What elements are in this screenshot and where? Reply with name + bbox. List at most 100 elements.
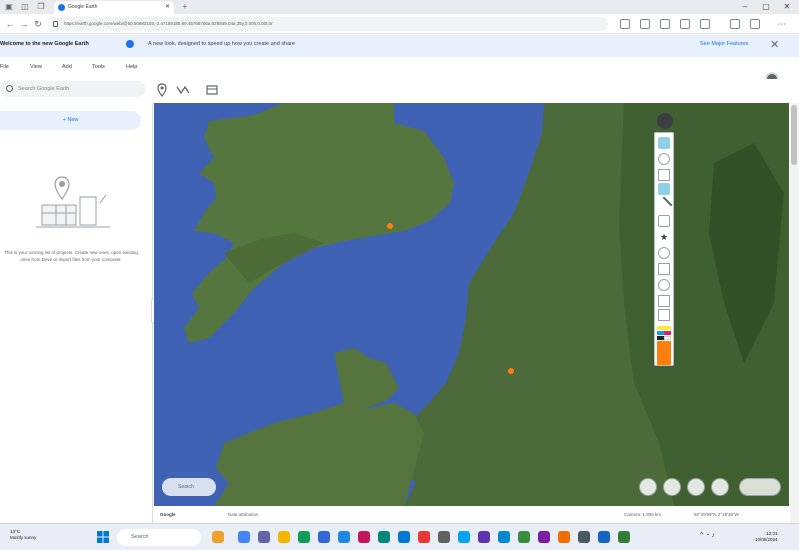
map-search-label: Search [178,484,194,490]
weather-widget[interactable]: 13°C Mostly sunny [10,529,36,541]
menu-bar: File View Add Tools Help [0,57,799,79]
color-swatch-black[interactable] [657,336,664,340]
pegman-icon[interactable] [639,478,657,496]
chrome-icon[interactable] [418,531,430,543]
refresh-icon[interactable]: ↻ [32,18,44,30]
favorite-star-icon[interactable] [640,19,650,29]
compass-icon[interactable] [657,113,673,129]
excel-icon[interactable] [298,531,310,543]
zoom-app-icon[interactable] [598,531,610,543]
extensions-icon[interactable] [730,19,740,29]
redo-tool-icon[interactable] [658,309,670,321]
view-icon[interactable] [205,83,219,97]
browser-menu-icon[interactable]: ▣ [4,2,14,12]
menu-tools[interactable]: Tools [92,64,105,70]
menu-help[interactable]: Help [126,64,137,70]
window-close-button[interactable]: ✕ [777,0,797,14]
search-icon [6,85,13,92]
earth-app-icon[interactable] [618,531,630,543]
onenote-icon[interactable] [378,531,390,543]
word-icon[interactable] [318,531,330,543]
weather-condition: Mostly sunny [10,535,37,540]
tab-close-icon[interactable]: ✕ [165,1,170,14]
info-icon [126,40,134,48]
url-field[interactable]: https://earth.google.com/web/@50.5098310… [48,17,608,31]
onedrive-icon[interactable] [498,531,510,543]
add-placemark-icon[interactable] [155,83,169,97]
select-tool-icon[interactable] [658,137,670,149]
search-placeholder: Search Google Earth [18,86,70,92]
terminal-icon[interactable] [578,531,590,543]
favorites-icon[interactable] [680,19,690,29]
settings-icon[interactable] [438,531,450,543]
clock-date: 10/05/2024 [755,537,778,542]
menu-view[interactable]: View [30,64,42,70]
photos-icon[interactable] [478,531,490,543]
tilt-3d-icon[interactable] [687,478,705,496]
rectangle-tool-icon[interactable] [658,169,670,181]
layers-tool-icon[interactable] [658,183,670,195]
taskbar-search[interactable]: Search [117,529,201,546]
page-scrollbar[interactable] [790,103,799,523]
current-color-swatch[interactable] [657,341,671,365]
back-icon[interactable]: ← [4,18,16,30]
coordinates-readout: 50°29'59"N 2°28'36"W [694,512,739,517]
profile-icon[interactable] [750,19,760,29]
banner-text: A new look, designed to speed up how you… [148,41,296,47]
undo-tool-icon[interactable] [658,295,670,307]
color-swatch-pink[interactable] [664,331,671,335]
compass-north-icon[interactable] [711,478,729,496]
zoom-controls[interactable] [739,478,781,496]
tab-workspace-icon[interactable]: ❐ [36,2,46,12]
system-tray-icon[interactable]: ^ ◔ ♪ [700,532,715,539]
forward-icon[interactable]: → [18,18,30,30]
store-icon[interactable] [458,531,470,543]
tab-actions-icon[interactable]: ◫ [20,2,30,12]
shape-tool-icon[interactable] [658,247,670,259]
earth-map-view[interactable]: Search [154,103,789,506]
menu-file[interactable]: File [0,64,9,70]
earth-toolbar: Search Google Earth [0,79,799,101]
split-screen-icon[interactable] [660,19,670,29]
draw-line-icon[interactable] [176,83,190,97]
scrollbar-thumb[interactable] [791,105,797,165]
tab-title: Google Earth [68,4,98,10]
data-attribution-link[interactable]: Data attribution [228,512,259,517]
color-swatch-white[interactable] [664,336,671,340]
collections-icon[interactable] [700,19,710,29]
teams-icon[interactable] [258,531,270,543]
app-icon[interactable] [538,531,550,543]
powerpoint-icon[interactable] [358,531,370,543]
star-tool-icon[interactable]: ★ [658,231,670,243]
zoom-tool-icon[interactable] [658,153,670,165]
maximize-button[interactable]: ▢ [756,0,776,14]
snipping-tool-icon[interactable] [558,531,570,543]
search-input[interactable]: Search Google Earth [0,81,146,97]
browser-address-bar: ← → ↻ https://earth.google.com/web/@50.5… [0,14,799,34]
tab-google-earth[interactable]: Google Earth ✕ [54,1,174,14]
color-swatch-yellow[interactable] [657,326,671,330]
color-swatch-blue[interactable] [657,331,664,335]
minimize-button[interactable]: – [735,0,755,14]
read-aloud-icon[interactable] [620,19,630,29]
recenter-icon[interactable] [663,478,681,496]
eraser-tool-icon[interactable] [658,215,670,227]
file-explorer-icon[interactable] [278,531,290,543]
task-view-icon[interactable] [238,531,250,543]
new-project-button[interactable]: + New [0,111,141,130]
taskbar-clock[interactable]: 12:31 10/05/2024 [755,531,778,543]
new-tab-icon[interactable]: + [180,2,190,12]
map-search-pill[interactable]: Search [162,478,216,496]
start-menu-icon[interactable] [97,531,109,543]
text-tool-icon[interactable] [658,263,670,275]
maps-icon[interactable] [518,531,530,543]
banner-close-icon[interactable]: ✕ [770,38,779,51]
edge-browser-icon[interactable] [398,531,410,543]
outlook-icon[interactable] [338,531,350,543]
highlighter-tool-icon[interactable] [658,279,670,291]
see-major-features-link[interactable]: See Major Features [700,41,748,47]
menu-add[interactable]: Add [62,64,72,70]
pencil-tool-icon[interactable] [655,196,673,214]
settings-more-icon[interactable]: ⋯ [776,18,788,30]
widgets-icon[interactable] [212,531,224,543]
